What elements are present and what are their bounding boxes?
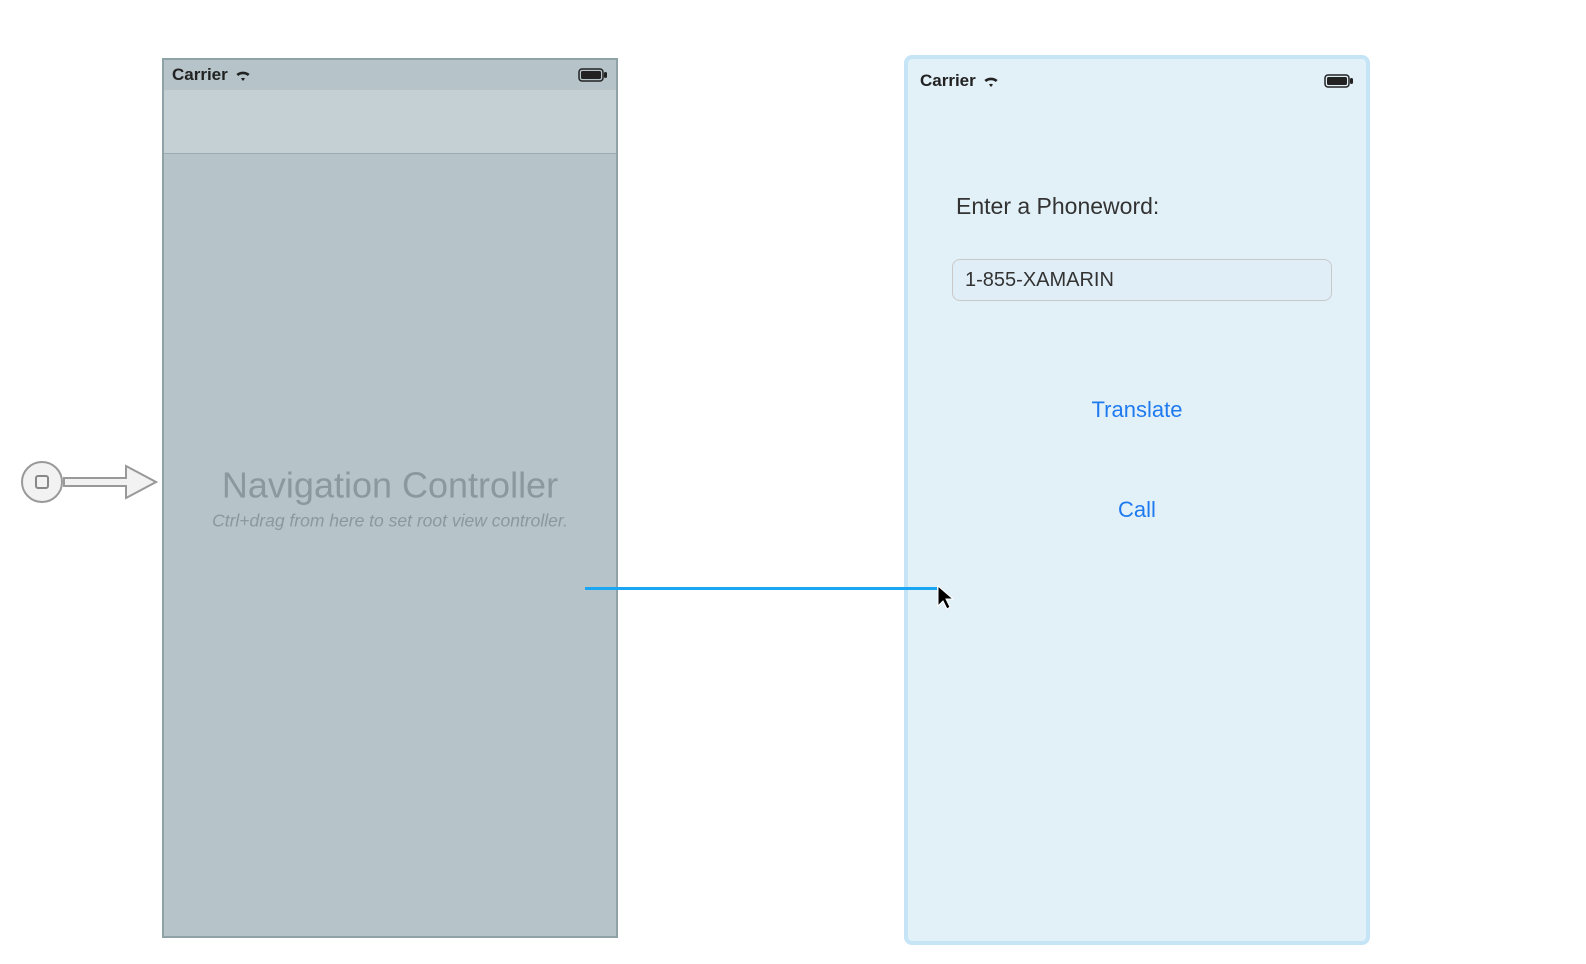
carrier-label: Carrier [172,65,228,85]
status-bar: Carrier [908,67,1366,95]
navigation-controller-scene[interactable]: Carrier Navigation Controller Ctrl+drag … [162,58,618,938]
phoneword-label: Enter a Phoneword: [956,193,1159,220]
navigation-bar [164,90,616,154]
pointer-cursor-icon [936,584,956,615]
phoneword-input[interactable] [952,259,1332,301]
scene-hint: Ctrl+drag from here to set root view con… [174,511,606,532]
storyboard-entry-point[interactable] [18,458,158,506]
wifi-icon [982,74,1000,88]
carrier-label: Carrier [920,71,976,91]
battery-full-icon [1324,74,1354,88]
wifi-icon [234,68,252,82]
scene-title: Navigation Controller [174,465,606,507]
scene-placeholder: Navigation Controller Ctrl+drag from her… [164,465,616,532]
view-controller-scene[interactable]: Carrier Enter a Phoneword: Translate Cal… [904,55,1370,945]
call-button[interactable]: Call [908,497,1366,523]
status-bar: Carrier [164,60,616,90]
battery-full-icon [578,68,608,82]
storyboard-canvas[interactable]: Carrier Navigation Controller Ctrl+drag … [0,0,1586,964]
segue-drag-line [585,587,937,590]
translate-button[interactable]: Translate [908,397,1366,423]
